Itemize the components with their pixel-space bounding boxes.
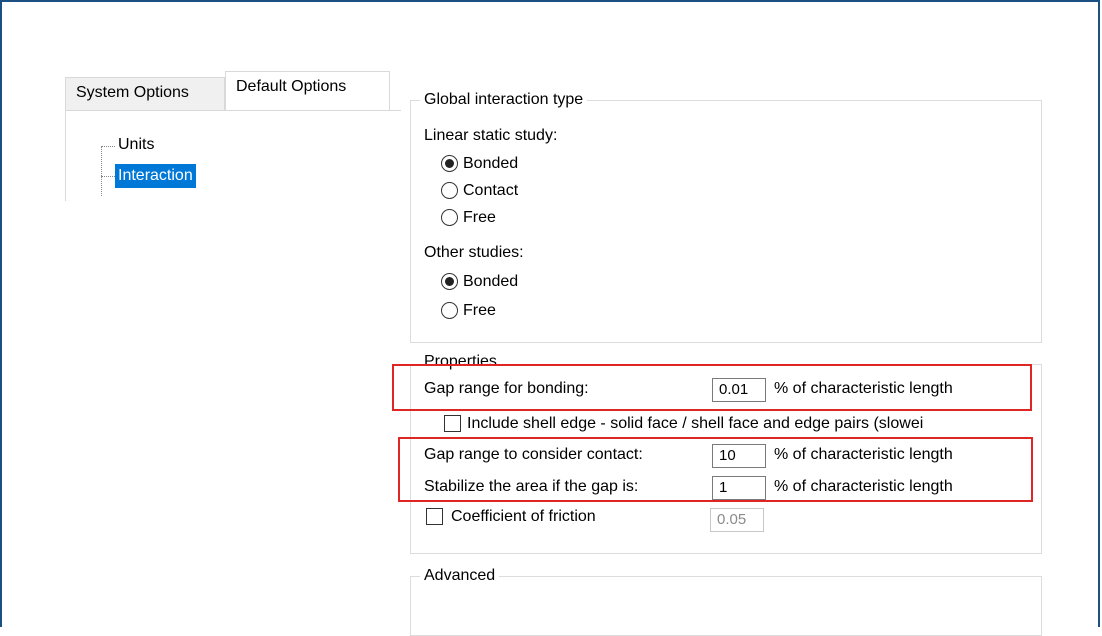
highlight-box-bonding (392, 364, 1032, 411)
linear-contact-radio[interactable] (441, 182, 458, 199)
linear-bonded-label[interactable]: Bonded (463, 153, 518, 175)
tab-system-options[interactable]: System Options (65, 77, 225, 111)
other-bonded-radio[interactable] (441, 273, 458, 290)
linear-free-radio[interactable] (441, 209, 458, 226)
tree-connector (101, 146, 102, 196)
include-shell-label[interactable]: Include shell edge - solid face / shell … (467, 413, 1038, 435)
linear-contact-label[interactable]: Contact (463, 180, 518, 202)
tab-default-options[interactable]: Default Options (225, 71, 390, 111)
tree-item-units[interactable]: Units (115, 133, 157, 157)
linear-bonded-radio[interactable] (441, 155, 458, 172)
include-shell-checkbox[interactable] (444, 415, 461, 432)
linear-static-label: Linear static study: (424, 127, 558, 144)
advanced-legend: Advanced (420, 566, 500, 586)
friction-input: 0.05 (710, 508, 764, 532)
tree-connector (101, 146, 115, 147)
linear-free-label[interactable]: Free (463, 207, 496, 229)
other-free-radio[interactable] (441, 302, 458, 319)
global-interaction-legend: Global interaction type (420, 90, 588, 110)
tree-item-interaction[interactable]: Interaction (115, 164, 196, 188)
other-free-label[interactable]: Free (463, 300, 496, 322)
other-bonded-label[interactable]: Bonded (463, 271, 518, 293)
other-studies-label: Other studies: (424, 244, 524, 261)
friction-label[interactable]: Coefficient of friction (451, 506, 596, 528)
highlight-box-contact (398, 437, 1033, 502)
friction-checkbox[interactable] (426, 508, 443, 525)
tree-connector (101, 176, 115, 177)
advanced-group (410, 576, 1042, 636)
